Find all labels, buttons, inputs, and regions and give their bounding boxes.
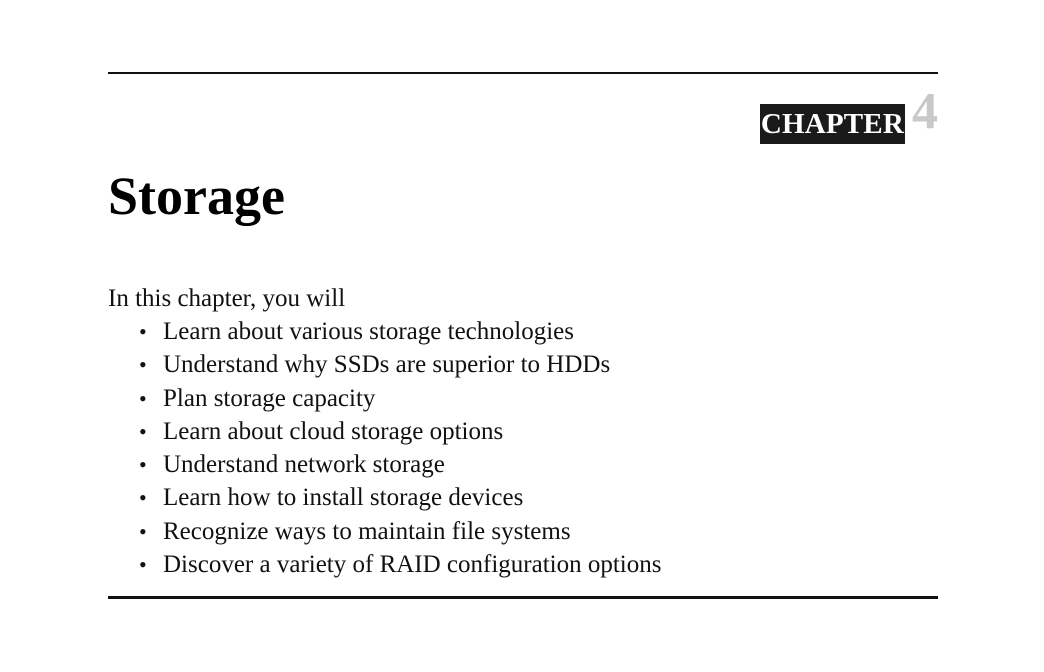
list-item: • Understand network storage [108,448,662,481]
list-item: • Learn how to install storage devices [108,481,662,514]
list-item: • Plan storage capacity [108,382,662,415]
bullet-icon: • [139,452,147,478]
objective-text: Discover a variety of RAID configuration… [163,551,662,579]
bullet-icon: • [139,385,147,411]
bottom-rule [108,596,938,599]
objective-text: Plan storage capacity [163,384,376,412]
chapter-heading: CHAPTER 4 [759,86,938,144]
objective-text: Learn about cloud storage options [163,417,504,445]
list-item: • Recognize ways to maintain file systems [108,515,662,548]
list-item: • Learn about cloud storage options [108,415,662,448]
bullet-icon: • [139,352,147,378]
objective-text: Learn how to install storage devices [163,484,524,512]
objective-text: Understand network storage [163,451,445,479]
bullet-icon: • [139,418,147,444]
bullet-icon: • [139,319,147,344]
list-item: • Learn about various storage technologie… [108,315,662,348]
chapter-title: Storage [108,166,285,226]
list-item: • Discover a variety of RAID configuratio… [108,548,662,581]
top-rule [108,72,938,74]
bullet-icon: • [139,552,147,578]
chapter-label: CHAPTER [759,104,905,144]
chapter-number: 4 [912,83,938,140]
objective-text: Understand why SSDs are superior to HDDs [163,351,611,379]
bullet-icon: • [139,518,147,544]
objectives-list: • Learn about various storage technologie… [108,315,662,581]
objective-text: Recognize ways to maintain file systems [163,517,571,545]
bullet-icon: • [139,485,147,511]
list-item: • Understand why SSDs are superior to HDD… [108,348,662,381]
objectives-intro: In this chapter, you will [108,285,346,312]
objective-text: Learn about various storage technologies [163,318,574,345]
